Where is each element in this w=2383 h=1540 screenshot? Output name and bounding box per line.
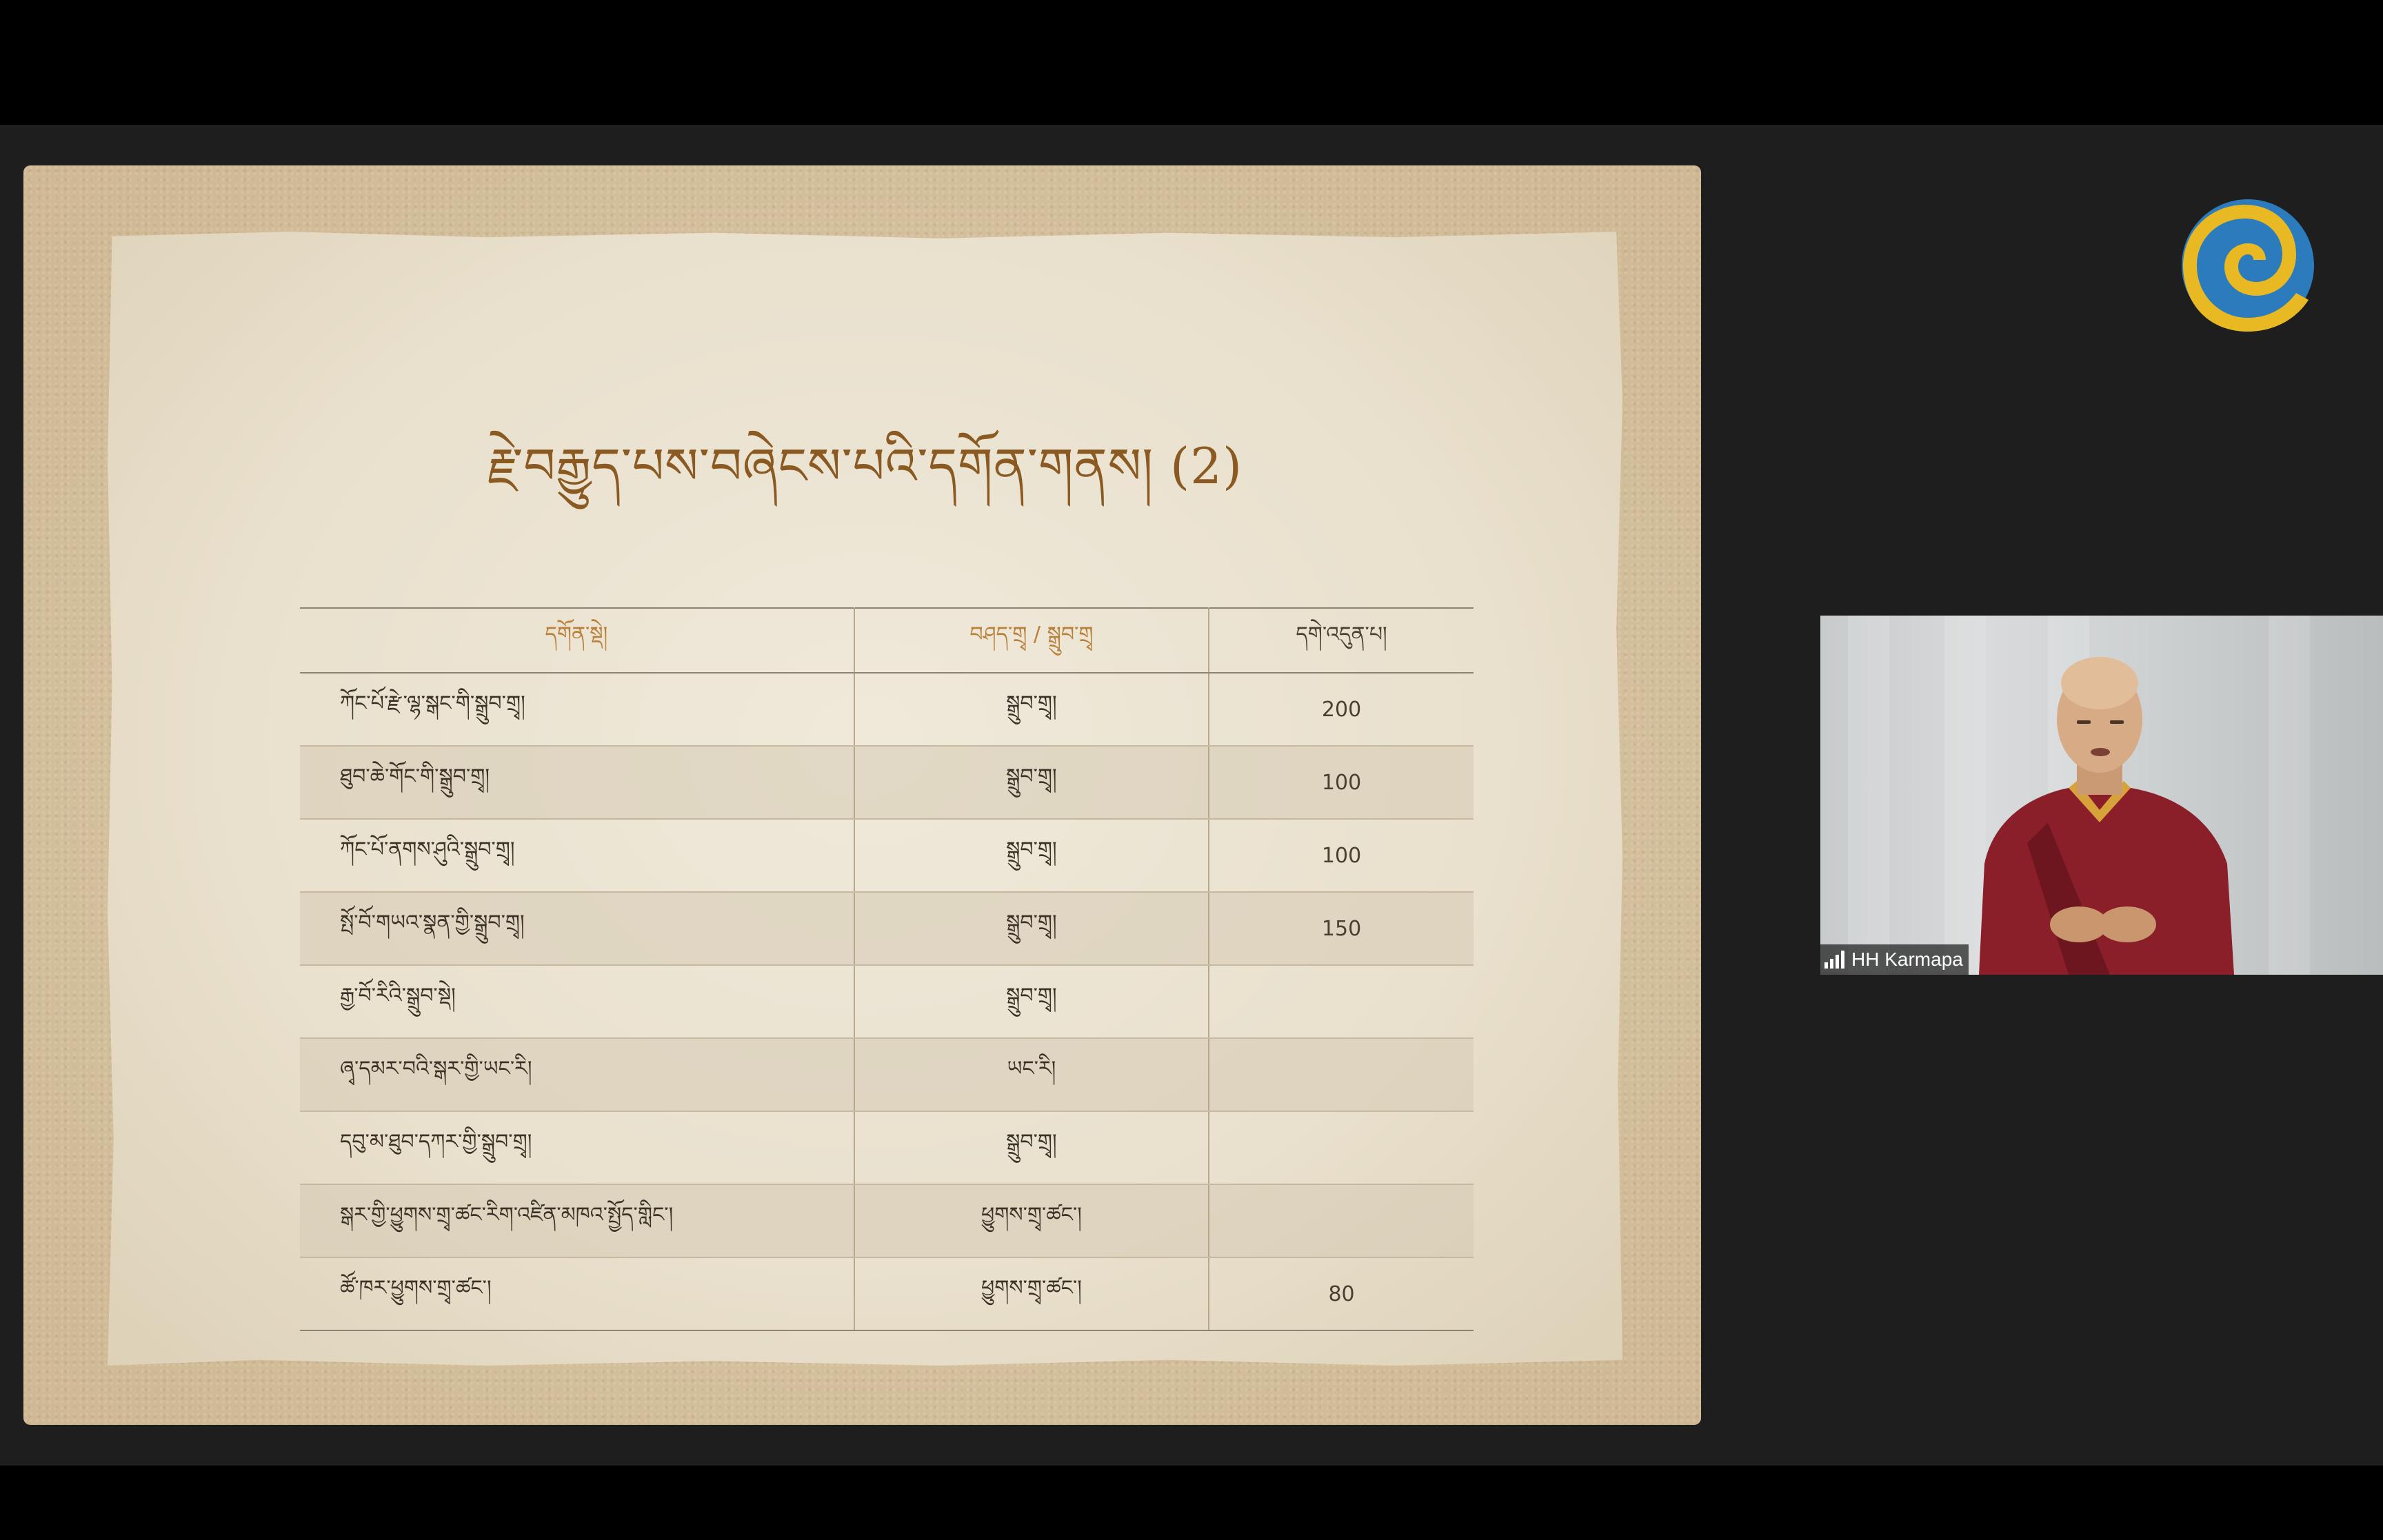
cell-count: 150 — [1209, 892, 1474, 966]
slide-title: རྗེ་བརྒྱུད་པས་བཞེངས་པའི་དགོན་གནས། (2) — [487, 437, 1243, 495]
cell-monastery: ཞྭ་དམར་བའི་སྒར་གྱི་ཡང་རི། — [300, 1038, 855, 1112]
cell-type: སྒྲུབ་གྲྭ། — [854, 746, 1210, 820]
cell-count — [1209, 1111, 1474, 1185]
cell-count — [1209, 1184, 1474, 1258]
cell-count: 80 — [1209, 1257, 1474, 1331]
cell-monastery: ཀོང་པོ་རྫེ་ལྷ་སྒང་གི་སྒྲུབ་གྲྭ། — [300, 673, 855, 747]
table-row: དབུ་མ་ཐུབ་དཀར་གྱི་སྒྲུབ་གྲྭ། སྒྲུབ་གྲྭ། — [300, 1111, 1474, 1185]
cell-type: ཕྱུགས་གྲྭ་ཚང་། — [854, 1184, 1210, 1258]
cell-type: སྒྲུབ་གྲྭ། — [854, 1111, 1210, 1185]
table-row: ཞྭ་དམར་བའི་སྒར་གྱི་ཡང་རི། ཡང་རི། — [300, 1038, 1474, 1112]
cell-monastery: སྒར་གྱི་ཕྱུགས་གྲྭ་ཚང་རིག་འཛིན་མཁའ་སྤྱོད་… — [300, 1184, 855, 1258]
cell-monastery: དབུ་མ་ཐུབ་དཀར་གྱི་སྒྲུབ་གྲྭ། — [300, 1111, 855, 1185]
cell-type: སྒྲུབ་གྲྭ། — [854, 965, 1210, 1039]
column-header-monks: དགེ་འདུན་པ། — [1209, 607, 1474, 673]
screen: རྗེ་བརྒྱུད་པས་བཞེངས་པའི་དགོན་གནས། (2) དག… — [0, 0, 2383, 1540]
cell-monastery: ཚོ་ཁར་ཕྱུགས་གྲྭ་ཚང་། — [300, 1257, 855, 1331]
participant-name-tag: HH Karmapa — [1820, 944, 1969, 975]
cell-type: སྒྲུབ་གྲྭ། — [854, 892, 1210, 966]
cell-monastery: སྤོ་བོ་གཡའ་སྣན་གྱི་སྒྲུབ་གྲྭ། — [300, 892, 855, 966]
participant-figure — [1979, 657, 2234, 975]
cell-count: 100 — [1209, 746, 1474, 820]
monastery-table: དགོན་སྡེ། བཤད་གྲྭ / སྒྲུབ་གྲྭ དགེ་འདུན་པ… — [300, 607, 1474, 1331]
table-row: སྒར་གྱི་ཕྱུགས་གྲྭ་ཚང་རིག་འཛིན་མཁའ་སྤྱོད་… — [300, 1184, 1474, 1258]
cell-type: སྒྲུབ་གྲྭ། — [854, 673, 1210, 747]
participant-video-tile[interactable]: HH Karmapa — [1820, 616, 2383, 975]
participant-name: HH Karmapa — [1851, 949, 1963, 970]
cell-type: ཡང་རི། — [854, 1038, 1210, 1112]
table-row: ཐུབ་ཆེ་གོང་གི་སྒྲུབ་གྲྭ། སྒྲུབ་གྲྭ། 100 — [300, 746, 1474, 820]
shared-slide: རྗེ་བརྒྱུད་པས་བཞེངས་པའི་དགོན་གནས། (2) དག… — [23, 165, 1701, 1425]
cell-type: སྒྲུབ་གྲྭ། — [854, 819, 1210, 893]
cell-count — [1209, 965, 1474, 1039]
cell-type: ཕྱུགས་གྲྭ་ཚང་། — [854, 1257, 1210, 1331]
cell-monastery: ཀོང་པོ་ནགས་ཤུའི་སྒྲུབ་གྲྭ། — [300, 819, 855, 893]
table-row: སྤོ་བོ་གཡའ་སྣན་གྱི་སྒྲུབ་གྲྭ། སྒྲུབ་གྲྭ།… — [300, 892, 1474, 966]
table-row: ཀོང་པོ་རྫེ་ལྷ་སྒང་གི་སྒྲུབ་གྲྭ། སྒྲུབ་གྲ… — [300, 673, 1474, 747]
column-header-type: བཤད་གྲྭ / སྒྲུབ་གྲྭ — [854, 607, 1210, 673]
table-header-row: དགོན་སྡེ། བཤད་གྲྭ / སྒྲུབ་གྲྭ དགེ་འདུན་པ… — [300, 607, 1474, 673]
cell-count: 200 — [1209, 673, 1474, 747]
spiral-logo-icon — [2182, 199, 2314, 332]
cell-count: 100 — [1209, 819, 1474, 893]
signal-strength-icon — [1824, 951, 1844, 969]
slide-paper: རྗེ་བརྒྱུད་པས་བཞེངས་པའི་དགོན་གནས། (2) དག… — [108, 232, 1622, 1366]
table-row: ཀོང་པོ་ནགས་ཤུའི་སྒྲུབ་གྲྭ། སྒྲུབ་གྲྭ། 10… — [300, 819, 1474, 893]
cell-monastery: ཐུབ་ཆེ་གོང་གི་སྒྲུབ་གྲྭ། — [300, 746, 855, 820]
table-row: རྒྱ་བོ་རིའི་སྒྲུབ་སྡེ། སྒྲུབ་གྲྭ། — [300, 965, 1474, 1039]
table-row: ཚོ་ཁར་ཕྱུགས་གྲྭ་ཚང་། ཕྱུགས་གྲྭ་ཚང་། 80 — [300, 1257, 1474, 1331]
cell-count — [1209, 1038, 1474, 1112]
column-header-monastery: དགོན་སྡེ། — [300, 607, 855, 673]
cell-monastery: རྒྱ་བོ་རིའི་སྒྲུབ་སྡེ། — [300, 965, 855, 1039]
